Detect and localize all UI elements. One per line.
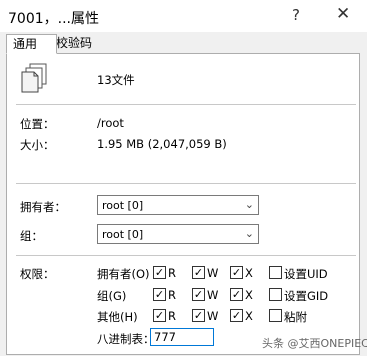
tab-general[interactable]: 通用 (6, 34, 57, 54)
group-write-label: W (207, 288, 219, 302)
file-stack-icon (20, 63, 50, 97)
tab-checksum[interactable]: 校验码 (50, 34, 106, 52)
other-read-checkbox[interactable]: ✓ (153, 309, 166, 322)
watermark: 头条 @艾西ONEPIECE (262, 337, 367, 350)
help-icon[interactable]: ? (292, 6, 300, 24)
separator (16, 183, 356, 184)
size-label: 大小： (20, 138, 55, 152)
owner-select[interactable]: root [0] ⌄ (97, 195, 259, 215)
owner-exec-label: X (245, 266, 253, 280)
group-read-label: R (168, 288, 176, 302)
group-exec-checkbox[interactable]: ✓ (230, 288, 243, 301)
sticky-label: 粘附 (284, 310, 307, 324)
sticky-checkbox[interactable] (269, 309, 282, 322)
permissions-label: 权限： (20, 267, 55, 281)
setuid-label: 设置UID (284, 267, 328, 281)
other-exec-checkbox[interactable]: ✓ (230, 309, 243, 322)
separator (16, 255, 356, 256)
owner-exec-checkbox[interactable]: ✓ (230, 266, 243, 279)
window-title: 7001，...属性 (8, 11, 99, 27)
octal-input[interactable]: 777 (150, 328, 214, 346)
group-label: 组： (20, 229, 43, 243)
group-exec-label: X (245, 288, 253, 302)
other-write-checkbox[interactable]: ✓ (192, 309, 205, 322)
group-write-checkbox[interactable]: ✓ (192, 288, 205, 301)
owner-select-value: root [0] (102, 199, 144, 212)
file-count-label: 13文件 (97, 73, 135, 87)
setuid-checkbox[interactable] (269, 266, 282, 279)
octal-label: 八进制表： (97, 332, 155, 346)
group-select-value: root [0] (102, 228, 144, 241)
chevron-down-icon: ⌄ (244, 198, 254, 211)
setgid-checkbox[interactable] (269, 288, 282, 301)
owner-write-label: W (207, 266, 219, 280)
perm-owner-label: 拥有者(O) (97, 267, 150, 281)
perm-group-label: 组(G) (97, 289, 127, 303)
location-label: 位置： (20, 117, 55, 131)
perm-other-label: 其他(H) (97, 310, 138, 324)
group-select[interactable]: root [0] ⌄ (97, 224, 259, 244)
close-icon[interactable]: ✕ (336, 4, 350, 24)
octal-input-value: 777 (154, 330, 176, 344)
other-read-label: R (168, 309, 176, 323)
owner-read-label: R (168, 266, 176, 280)
owner-read-checkbox[interactable]: ✓ (153, 266, 166, 279)
size-value: 1.95 MB (2,047,059 B) (97, 137, 227, 151)
setgid-label: 设置GID (284, 289, 329, 303)
other-write-label: W (207, 309, 219, 323)
separator (16, 104, 356, 105)
group-read-checkbox[interactable]: ✓ (153, 288, 166, 301)
owner-label: 拥有者： (20, 200, 66, 214)
owner-write-checkbox[interactable]: ✓ (192, 266, 205, 279)
chevron-down-icon: ⌄ (244, 227, 254, 240)
location-value: /root (97, 116, 124, 130)
other-exec-label: X (245, 309, 253, 323)
